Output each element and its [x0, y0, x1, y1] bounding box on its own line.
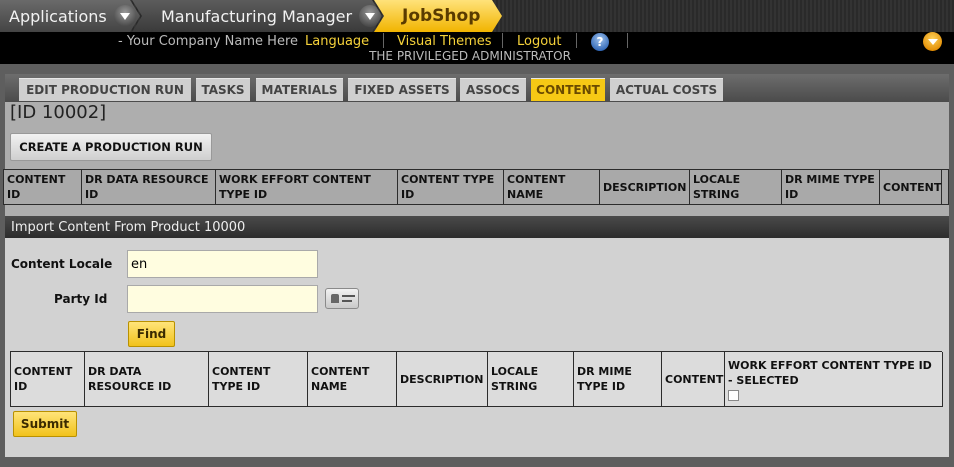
tab-materials[interactable]: MATERIALS — [256, 78, 343, 101]
import-results-table: CONTENT ID DR DATA RESOURCE ID CONTENT T… — [10, 351, 943, 407]
column-header[interactable]: DR DATA RESOURCE ID — [82, 170, 216, 205]
applications-menu[interactable]: Applications — [0, 0, 140, 32]
find-button[interactable]: Find — [128, 321, 175, 347]
page-title: [ID 10002] — [10, 102, 107, 123]
chevron-down-icon[interactable] — [359, 5, 382, 27]
column-header[interactable]: CONTENT TYPE ID — [209, 352, 308, 407]
divider — [502, 33, 503, 48]
party-lookup-icon[interactable] — [325, 288, 359, 309]
tab-actual-costs[interactable]: ACTUAL COSTS — [610, 78, 723, 101]
column-header[interactable]: CONTENT NAME — [308, 352, 397, 407]
column-header[interactable]: CONTENT ID — [4, 170, 82, 205]
user-menu-icon[interactable] — [923, 32, 942, 51]
language-link[interactable]: Language — [305, 33, 369, 49]
table-edge — [942, 170, 949, 205]
column-header[interactable]: DESCRIPTION — [600, 170, 690, 205]
import-panel-title: Import Content From Product 10000 — [5, 216, 949, 238]
divider — [342, 295, 355, 297]
visual-themes-link[interactable]: Visual Themes — [397, 33, 492, 49]
create-production-run-button[interactable]: CREATE A PRODUCTION RUN — [10, 133, 212, 161]
jobshop-tab[interactable]: JobShop — [374, 0, 502, 32]
divider — [342, 300, 352, 302]
column-header[interactable]: LOCALE STRING — [690, 170, 782, 205]
party-id-label: Party Id — [54, 292, 108, 306]
column-header[interactable]: DESCRIPTION — [397, 352, 488, 407]
tab-assocs[interactable]: ASSOCS — [460, 78, 526, 101]
tab-fixed-assets[interactable]: FIXED ASSETS — [348, 78, 456, 101]
column-header[interactable]: DR MIME TYPE ID — [782, 170, 880, 205]
column-header[interactable]: CONTENT — [662, 352, 725, 407]
content-locale-input[interactable] — [127, 250, 318, 278]
content-table: CONTENT ID DR DATA RESOURCE ID WORK EFFO… — [3, 169, 949, 205]
chevron-down-icon[interactable] — [113, 5, 136, 27]
application-bar: Applications Manufacturing Manager JobSh… — [0, 0, 954, 32]
divider — [627, 33, 628, 48]
selected-column-header: WORK EFFORT CONTENT TYPE ID - SELECTED — [725, 352, 943, 407]
column-header-label: WORK EFFORT CONTENT TYPE ID - SELECTED — [728, 358, 932, 387]
logout-link[interactable]: Logout — [517, 33, 562, 49]
tab-content[interactable]: CONTENT — [531, 78, 605, 101]
column-header[interactable]: DR MIME TYPE ID — [574, 352, 662, 407]
logged-in-user: THE PRIVILEGED ADMINISTRATOR — [369, 49, 571, 63]
applications-label: Applications — [9, 6, 107, 26]
person-icon — [331, 294, 339, 303]
column-header[interactable]: CONTENT — [880, 170, 942, 205]
company-name: - Your Company Name Here — [118, 33, 299, 49]
manufacturing-manager-label: Manufacturing Manager — [161, 6, 353, 26]
jobshop-label: JobShop — [402, 6, 481, 26]
divider — [576, 33, 577, 48]
tab-tasks[interactable]: TASKS — [196, 78, 250, 101]
party-id-input[interactable] — [127, 285, 318, 313]
column-header[interactable]: LOCALE STRING — [488, 352, 574, 407]
column-header[interactable]: CONTENT TYPE ID — [398, 170, 504, 205]
select-all-checkbox[interactable] — [728, 389, 739, 401]
column-header[interactable]: WORK EFFORT CONTENT TYPE ID — [216, 170, 398, 205]
tab-edit-production-run[interactable]: EDIT PRODUCTION RUN — [19, 78, 191, 101]
column-header[interactable]: CONTENT NAME — [504, 170, 600, 205]
divider — [383, 33, 384, 48]
column-header[interactable]: CONTENT ID — [11, 352, 85, 407]
column-header[interactable]: DR DATA RESOURCE ID — [85, 352, 209, 407]
submit-button[interactable]: Submit — [13, 411, 77, 437]
content-locale-label: Content Locale — [11, 257, 113, 271]
manufacturing-manager-menu[interactable]: Manufacturing Manager — [132, 0, 382, 32]
